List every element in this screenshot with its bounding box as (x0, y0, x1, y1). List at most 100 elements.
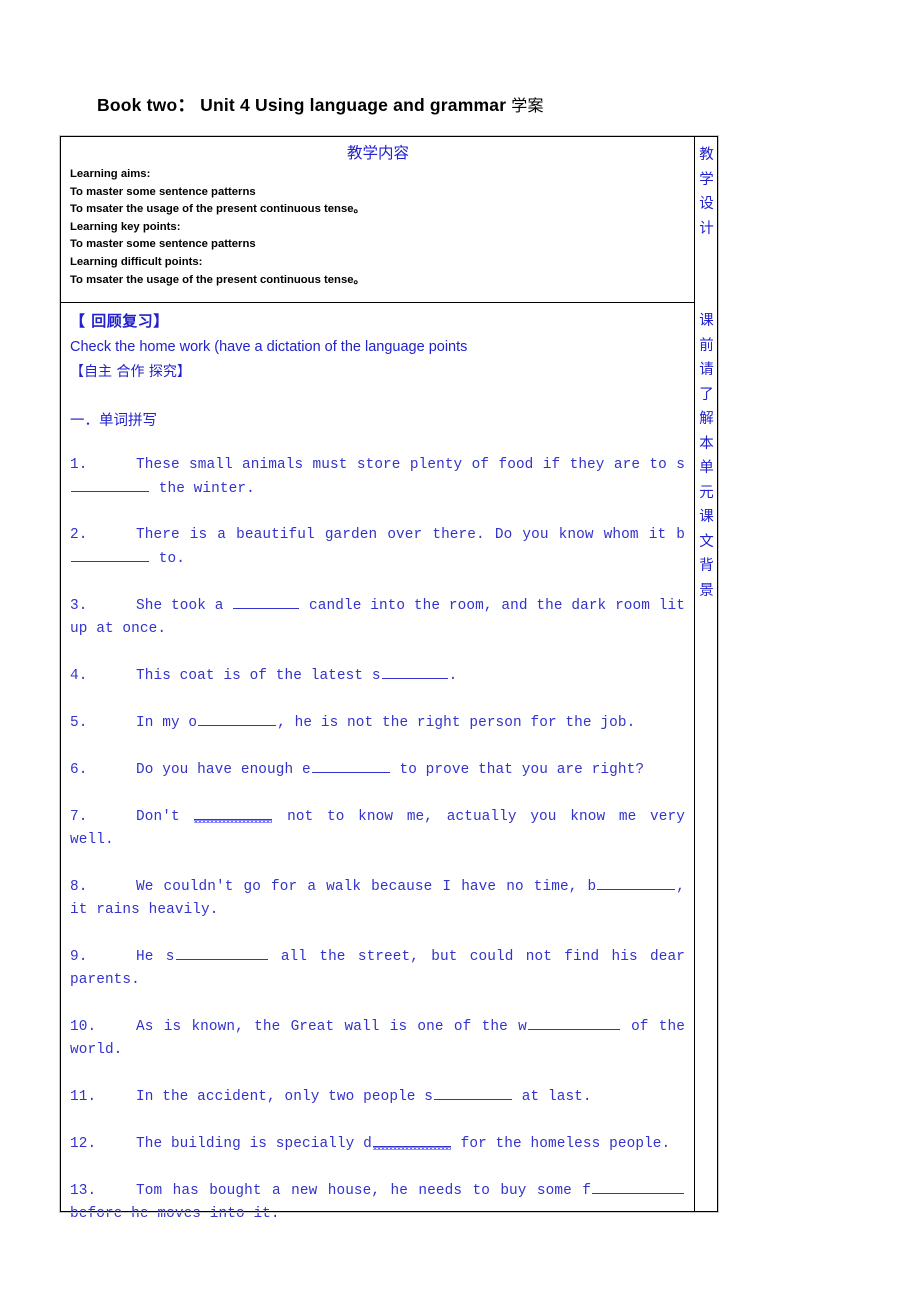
notes-body-char: 课 (699, 509, 714, 525)
exercise-item-text: the winter. (150, 481, 255, 497)
notes-body-char: 单 (699, 460, 714, 476)
exercise-item-text: There is a beautiful garden over there. … (136, 527, 685, 543)
answer-blank[interactable] (311, 758, 390, 773)
exercise-item-text: Tom has bought a new house, he needs to … (136, 1183, 591, 1199)
answer-blank[interactable] (71, 547, 149, 562)
exercise-item: 6. Do you have enough e to prove that you… (70, 758, 685, 782)
notes-body-char: 景 (699, 582, 714, 599)
notes-body-vertical-label: 课前请了解本单元课文背景 (695, 309, 718, 603)
teaching-content-heading: 教学内容 (346, 144, 409, 162)
method-bracket-text: 【自主 合作 探究】 (70, 364, 191, 380)
exercise-item: 12. The building is specially d for the h… (70, 1132, 685, 1156)
exercise-item-number: 2. (70, 527, 88, 543)
notes-body-char: 文 (699, 533, 714, 550)
exercise-item: 9. He s all the street, but could not fin… (70, 945, 685, 992)
exercise-item-number: 6. (70, 762, 88, 778)
learning-aims-line: To msater the usage of the present conti… (70, 203, 365, 216)
exercise-item-text: to. (150, 551, 185, 567)
review-task-text: Check the home work (have a dictation of… (70, 339, 468, 355)
notes-header-char: 学 (699, 171, 714, 188)
exercise-item-number: 1. (70, 457, 88, 473)
document-page: Book two： Unit 4 Using language and gram… (0, 0, 920, 1302)
notes-header-char: 设 (699, 196, 714, 212)
exercise-item-number: 3. (70, 598, 88, 614)
exercise-item-number: 7. (70, 809, 88, 825)
review-section-heading: 【 回顾复习】 (70, 312, 169, 330)
notes-body-char: 背 (699, 558, 714, 574)
exercise-body-cell: 【 回顾复习】 Check the home work (have a dict… (61, 303, 694, 1222)
exercise-item: 4. This coat is of the latest s. (70, 664, 685, 688)
exercise-item: 11. In the accident, only two people s at… (70, 1085, 685, 1109)
notes-body-char: 本 (699, 435, 714, 452)
learning-aims-line: To master some sentence patterns (70, 238, 256, 251)
answer-blank[interactable] (233, 594, 300, 609)
answer-blank[interactable] (198, 711, 277, 726)
exercise-item-number: 13. (70, 1183, 97, 1199)
exercise-item: 5. In my o , he is not the right person fo… (70, 711, 685, 735)
learning-aims-line: To master some sentence patterns (70, 185, 256, 198)
page-title: Book two： Unit 4 Using language and gram… (97, 92, 544, 117)
teaching-content-cell: 教学内容 Learning aims: To master some sente… (61, 137, 694, 302)
notes-body-char: 课 (699, 313, 714, 329)
table-main-column: 教学内容 Learning aims: To master some sente… (61, 137, 694, 1222)
notes-header-char: 计 (699, 220, 714, 237)
learning-aims-line: Learning key points: (70, 220, 181, 233)
answer-blank[interactable] (175, 945, 268, 960)
exercise-item-number: 4. (70, 668, 88, 684)
answer-blank[interactable] (592, 1179, 684, 1194)
answer-blank-flagged[interactable] (372, 1132, 451, 1150)
notes-body-char: 前 (699, 337, 714, 354)
exercise-item-number: 11. (70, 1089, 97, 1105)
learning-aims-line: Learning difficult points: (70, 255, 203, 268)
exercise-item: 3. She took a candle into the room, and t… (70, 594, 685, 641)
word-spelling-section-heading: 一．单词拼写 (70, 413, 157, 429)
lesson-plan-table: 教学内容 Learning aims: To master some sente… (59, 135, 719, 1222)
answer-blank[interactable] (381, 664, 448, 679)
exercise-item-text: . (448, 668, 458, 684)
exercise-item: 10. As is known, the Great wall is one of… (70, 1015, 685, 1062)
exercise-item-number: 5. (70, 715, 88, 731)
exercise-item-text: Do you have enough e (136, 762, 311, 778)
exercise-item-text: She took a (136, 598, 233, 614)
notes-body-char: 解 (699, 411, 714, 427)
exercise-item-number: 10. (70, 1019, 97, 1035)
answer-blank[interactable] (434, 1085, 513, 1100)
exercise-item-text: at last. (513, 1089, 592, 1105)
exercise-item-number: 12. (70, 1136, 97, 1152)
answer-blank[interactable] (597, 875, 676, 890)
answer-blank[interactable] (71, 477, 149, 492)
exercise-item-text: This coat is of the latest s (136, 668, 381, 684)
learning-aims-list: Learning aims: To master some sentence p… (70, 166, 686, 289)
exercise-item-number: 9. (70, 949, 88, 965)
exercise-item-text: , he is not the right person for the job… (277, 715, 636, 731)
exercise-item-list: 1. These small animals must store plenty … (70, 454, 685, 1226)
page-title-chinese: 学案 (511, 96, 544, 115)
answer-blank-flagged[interactable] (194, 805, 273, 823)
exercise-item-text: These small animals must store plenty of… (136, 457, 685, 473)
exercise-item-text: He s (136, 949, 175, 965)
table-notes-column: 教学设计 课前请了解本单元课文背景 (695, 137, 718, 1211)
exercise-item-text: In my o (136, 715, 198, 731)
answer-blank[interactable] (527, 1015, 620, 1030)
exercise-item: 8. We couldn't go for a walk because I ha… (70, 875, 685, 922)
exercise-item-text: for the homeless people. (451, 1136, 671, 1152)
exercise-item-text: As is known, the Great wall is one of th… (136, 1019, 527, 1035)
exercise-item-text: to prove that you are right? (390, 762, 645, 778)
exercise-item: 2. There is a beautiful garden over there… (70, 524, 685, 571)
exercise-item-number: 8. (70, 879, 88, 895)
exercise-item-text: The building is specially d (136, 1136, 372, 1152)
exercise-item-text: We couldn't go for a walk because I have… (136, 879, 597, 895)
learning-aims-line: Learning aims: (70, 168, 151, 180)
page-title-english: Book two： Unit 4 Using language and gram… (97, 95, 512, 115)
notes-body-char: 请 (699, 362, 714, 378)
notes-header-vertical-label: 教学设计 (695, 143, 718, 241)
exercise-item: 1. These small animals must store plenty … (70, 454, 685, 501)
exercise-item-text: before he moves into it. (70, 1206, 280, 1222)
learning-aims-line: To msater the usage of the present conti… (70, 273, 365, 286)
notes-body-char: 了 (699, 386, 714, 403)
notes-body-char: 元 (699, 484, 714, 501)
notes-header-char: 教 (699, 147, 714, 163)
exercise-item: 7. Don't not to know me, actually you kno… (70, 805, 685, 852)
exercise-item-text: In the accident, only two people s (136, 1089, 434, 1105)
exercise-item-text: Don't (136, 809, 194, 825)
